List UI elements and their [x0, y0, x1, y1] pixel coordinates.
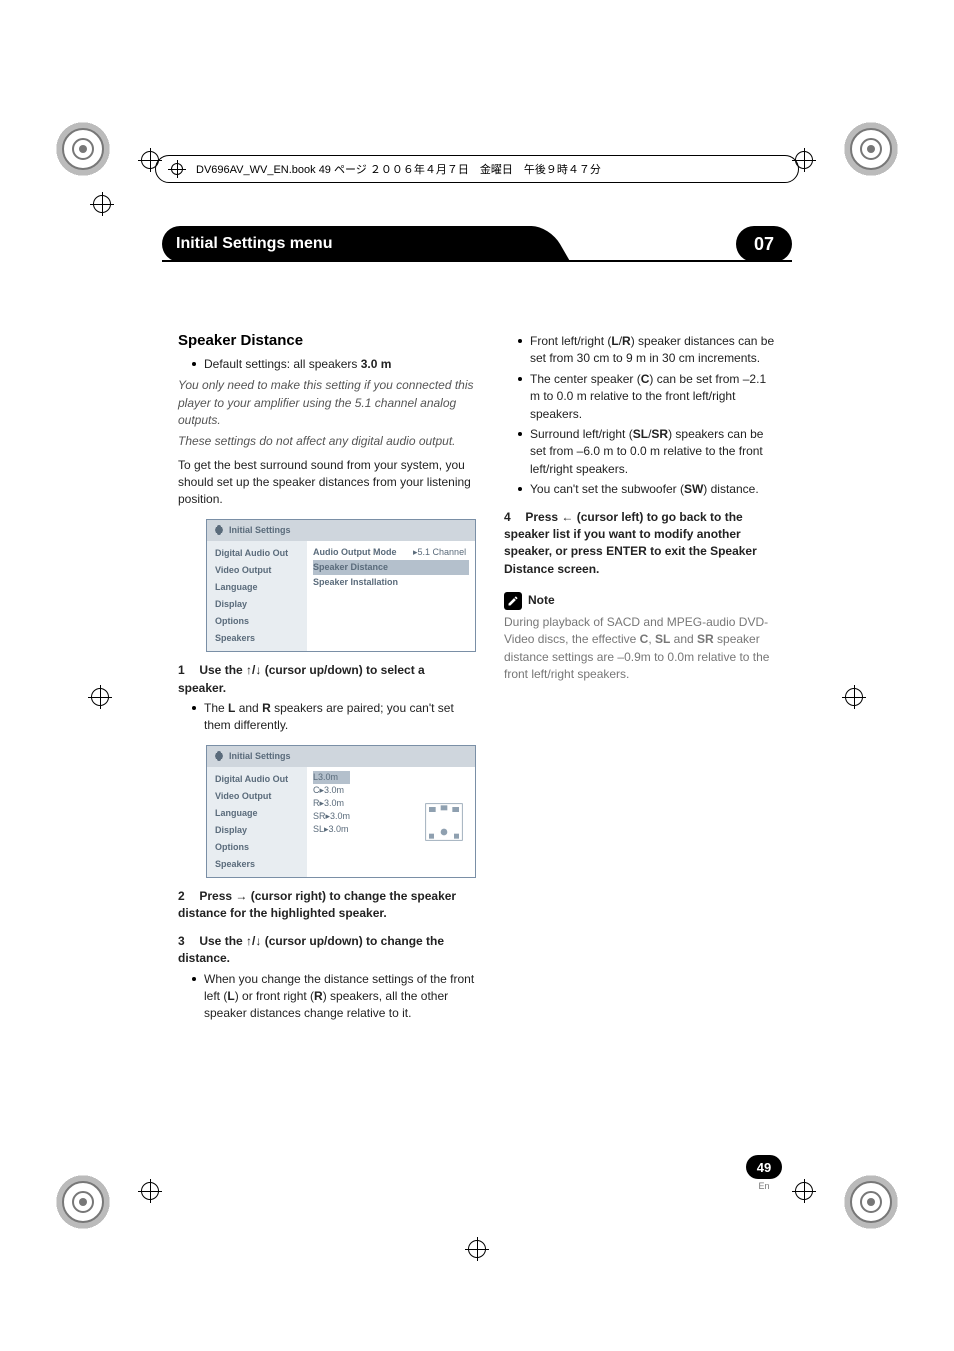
- osd-left-item: Speakers: [207, 630, 307, 647]
- print-header-bar: DV696AV_WV_EN.book 49 ページ ２００６年４月７日 金曜日 …: [155, 155, 799, 183]
- osd-left-item: Options: [207, 839, 307, 856]
- note-italic-2: These settings do not affect any digital…: [178, 433, 476, 450]
- osd-left-item: Speakers: [207, 856, 307, 873]
- step-text: Use the ↑/↓ (cursor up/down) to select a…: [178, 663, 425, 694]
- osd-left-item: Digital Audio Out: [207, 771, 307, 788]
- page-number-badge: 49: [746, 1155, 782, 1179]
- step-2: 2 Press → (cursor right) to change the s…: [178, 888, 476, 923]
- intro-paragraph: To get the best surround sound from your…: [178, 457, 476, 509]
- osd-screenshot-1: Initial Settings Digital Audio Out Video…: [206, 519, 476, 652]
- distance-table: L3.0m C▸3.0m R▸3.0m SR▸3.0m SL▸3.0m: [313, 771, 350, 873]
- settings-icon: [213, 750, 225, 762]
- step3-bullet: When you change the distance settings of…: [192, 971, 476, 1023]
- chapter-tab-bar: Initial Settings menu 07: [162, 226, 792, 262]
- osd-title: Initial Settings: [229, 524, 291, 537]
- step-3: 3 Use the ↑/↓ (cursor up/down) to change…: [178, 933, 476, 968]
- bullet-icon: [192, 362, 196, 366]
- bullet-icon: [192, 706, 196, 710]
- step-text: Press ← (cursor left) to go back to the …: [504, 510, 757, 576]
- right-bullet: You can't set the subwoofer (SW) distanc…: [518, 481, 776, 498]
- registration-mark-tr: [850, 128, 892, 170]
- osd-right-panel: Audio Output Mode▸ 5.1 Channel Speaker D…: [307, 541, 475, 651]
- step-text: Use the ↑/↓ (cursor up/down) to change t…: [178, 934, 444, 965]
- osd-left-item: Language: [207, 579, 307, 596]
- osd-right-panel: L3.0m C▸3.0m R▸3.0m SR▸3.0m SL▸3.0m: [307, 767, 475, 877]
- right-bullet: The center speaker (C) can be set from –…: [518, 371, 776, 423]
- note-italic-1: You only need to make this setting if yo…: [178, 377, 476, 429]
- osd-screenshot-2: Initial Settings Digital Audio Out Video…: [206, 745, 476, 878]
- page-number-block: 49 En: [746, 1155, 782, 1191]
- step-number: 3: [178, 933, 196, 950]
- bullet-icon: [192, 977, 196, 981]
- step-4: 4 Press ← (cursor left) to go back to th…: [504, 509, 776, 579]
- registration-mark-tl: [62, 128, 104, 170]
- default-settings-row: Default settings: all speakers 3.0 m: [192, 356, 476, 373]
- page-language: En: [746, 1181, 782, 1191]
- note-heading: Note: [504, 592, 776, 610]
- registration-cross: [465, 1237, 489, 1261]
- step1-bullet: The L and R speakers are paired; you can…: [192, 700, 476, 735]
- settings-icon: [213, 524, 225, 536]
- bullet-icon: [518, 432, 522, 436]
- left-column: Speaker Distance Default settings: all s…: [178, 330, 476, 1026]
- step-1: 1 Use the ↑/↓ (cursor up/down) to select…: [178, 662, 476, 697]
- chapter-title: Initial Settings menu: [176, 235, 332, 253]
- bullseye-icon: [168, 160, 186, 178]
- right-bullet: Front left/right (L/R) speaker distances…: [518, 333, 776, 368]
- chapter-number-badge: 07: [736, 226, 792, 262]
- step-number: 2: [178, 888, 196, 905]
- step-text: Press → (cursor right) to change the spe…: [178, 889, 456, 920]
- room-layout-icon: [419, 797, 469, 847]
- chapter-title-pill: Initial Settings menu: [162, 226, 542, 262]
- osd-left-item: Video Output: [207, 788, 307, 805]
- bullet-icon: [518, 339, 522, 343]
- registration-cross: [138, 1179, 162, 1203]
- osd-left-item: Digital Audio Out: [207, 545, 307, 562]
- page-number: 49: [757, 1160, 771, 1175]
- step-number: 1: [178, 662, 196, 679]
- registration-cross: [88, 685, 112, 709]
- chapter-number: 07: [754, 234, 774, 255]
- right-column: Front left/right (L/R) speaker distances…: [504, 330, 776, 1026]
- osd-left-item: Options: [207, 613, 307, 630]
- step-number: 4: [504, 509, 522, 526]
- osd-left-item: Display: [207, 822, 307, 839]
- note-body: During playback of SACD and MPEG-audio D…: [504, 614, 776, 684]
- osd-title: Initial Settings: [229, 750, 291, 763]
- osd-left-list: Digital Audio Out Video Output Language …: [207, 767, 307, 877]
- registration-cross: [792, 1179, 816, 1203]
- osd-left-item: Language: [207, 805, 307, 822]
- registration-cross: [842, 685, 866, 709]
- bullet-icon: [518, 487, 522, 491]
- osd-left-list: Digital Audio Out Video Output Language …: [207, 541, 307, 651]
- osd-left-item: Video Output: [207, 562, 307, 579]
- pencil-icon: [504, 592, 522, 610]
- registration-cross: [90, 192, 114, 216]
- default-prefix: Default settings: all speakers: [204, 357, 361, 371]
- registration-mark-bl: [62, 1181, 104, 1223]
- registration-mark-br: [850, 1181, 892, 1223]
- osd-left-item: Display: [207, 596, 307, 613]
- default-value: 3.0 m: [361, 357, 392, 371]
- page-content: Speaker Distance Default settings: all s…: [178, 330, 776, 1026]
- right-bullet: Surround left/right (SL/SR) speakers can…: [518, 426, 776, 478]
- print-header-text: DV696AV_WV_EN.book 49 ページ ２００６年４月７日 金曜日 …: [196, 161, 601, 177]
- section-title: Speaker Distance: [178, 330, 476, 352]
- bullet-icon: [518, 377, 522, 381]
- note-label: Note: [528, 592, 555, 609]
